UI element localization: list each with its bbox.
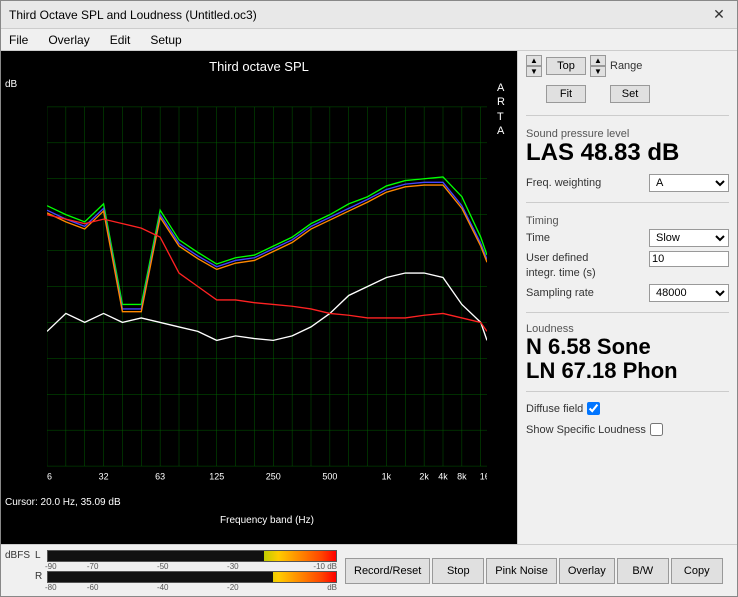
menu-setup[interactable]: Setup xyxy=(146,33,185,47)
diffuse-field-checkbox[interactable] xyxy=(587,402,600,415)
menu-overlay[interactable]: Overlay xyxy=(44,33,93,47)
chart-svg: 50.0 45 40 35 30 25 20 15 10 5.0 16 xyxy=(47,77,487,496)
scale-bot-0: -80 xyxy=(45,583,57,592)
timing-header: Timing xyxy=(526,215,729,227)
db-label: dB xyxy=(5,79,17,90)
meter-L-fill xyxy=(48,551,264,561)
svg-text:8k: 8k xyxy=(457,472,467,482)
main-window: Third Octave SPL and Loudness (Untitled.… xyxy=(0,0,738,597)
diffuse-field-row: Diffuse field xyxy=(526,402,729,415)
scale-bot-2: -40 xyxy=(129,583,197,592)
range-label: Range xyxy=(610,60,642,72)
close-button[interactable]: ✕ xyxy=(709,5,729,25)
bw-button[interactable]: B/W xyxy=(617,558,669,584)
meter-R-fill xyxy=(48,572,273,582)
svg-text:1k: 1k xyxy=(382,472,392,482)
scale-bot-4: dB xyxy=(269,583,337,592)
svg-text:16k: 16k xyxy=(480,472,487,482)
sampling-label: Sampling rate xyxy=(526,287,594,299)
top-up-btn[interactable]: ▲ xyxy=(526,55,542,66)
x-axis-title: Frequency band (Hz) xyxy=(47,515,487,526)
sampling-select[interactable]: 44100 48000 96000 xyxy=(649,284,729,302)
meter-scale-top: -90 -70 -50 -30 -10 dB xyxy=(45,562,337,571)
show-specific-row: Show Specific Loudness xyxy=(526,423,729,436)
cursor-info: Cursor: 20.0 Hz, 35.09 dB xyxy=(5,497,121,508)
top-controls: ▲ ▼ Top ▲ ▼ Range xyxy=(526,55,729,77)
menu-bar: File Overlay Edit Setup xyxy=(1,29,737,51)
scale-top-0: -90 xyxy=(45,562,57,571)
bottom-bar: dBFS L -90 -70 -50 -30 -10 dB R xyxy=(1,544,737,596)
main-content: Third octave SPL ARTA dB xyxy=(1,51,737,544)
spl-section: Sound pressure level LAS 48.83 dB xyxy=(526,124,729,166)
top-button[interactable]: Top xyxy=(546,57,586,75)
n-value: N 6.58 Sone xyxy=(526,335,729,359)
ln-value: LN 67.18 Phon xyxy=(526,359,729,383)
right-panel: ▲ ▼ Top ▲ ▼ Range Fit Set Sound pressure xyxy=(517,51,737,544)
pink-noise-button[interactable]: Pink Noise xyxy=(486,558,557,584)
fit-button[interactable]: Fit xyxy=(546,85,586,103)
window-title: Third Octave SPL and Loudness (Untitled.… xyxy=(9,8,257,22)
scale-top-4: -10 dB xyxy=(269,562,337,571)
meter-L-bar xyxy=(47,550,337,562)
menu-file[interactable]: File xyxy=(5,33,32,47)
stop-button[interactable]: Stop xyxy=(432,558,484,584)
dbfs-label: dBFS xyxy=(5,550,33,561)
meter-row-L: dBFS L xyxy=(5,550,337,562)
chart-area: Third octave SPL ARTA dB xyxy=(1,51,517,544)
fit-set-controls: Fit Set xyxy=(526,85,729,103)
bottom-buttons: Record/Reset Stop Pink Noise Overlay B/W… xyxy=(341,554,727,588)
time-select[interactable]: Slow Fast Impulse xyxy=(649,229,729,247)
menu-edit[interactable]: Edit xyxy=(106,33,135,47)
freq-weighting-row: Freq. weighting A B C Z xyxy=(526,174,729,192)
record-reset-button[interactable]: Record/Reset xyxy=(345,558,430,584)
set-button[interactable]: Set xyxy=(610,85,650,103)
diffuse-field-label: Diffuse field xyxy=(526,403,583,415)
top-down-btn[interactable]: ▼ xyxy=(526,66,542,77)
scale-bot-3: -20 xyxy=(199,583,267,592)
spl-value: LAS 48.83 dB xyxy=(526,140,729,166)
user-integr-input[interactable] xyxy=(649,251,729,267)
range-up-btn[interactable]: ▲ xyxy=(590,55,606,66)
chart-title: Third octave SPL xyxy=(1,55,517,76)
arta-label: ARTA xyxy=(497,81,505,138)
svg-text:500: 500 xyxy=(322,472,337,482)
svg-text:250: 250 xyxy=(266,472,281,482)
timing-section: Timing Time Slow Fast Impulse User defin… xyxy=(526,211,729,304)
svg-text:4k: 4k xyxy=(438,472,448,482)
sampling-row: Sampling rate 44100 48000 96000 xyxy=(526,284,729,302)
range-spinners: ▲ ▼ xyxy=(590,55,606,77)
db-meters: dBFS L -90 -70 -50 -30 -10 dB R xyxy=(1,548,341,594)
svg-text:16: 16 xyxy=(47,472,52,482)
svg-text:32: 32 xyxy=(99,472,109,482)
overlay-button[interactable]: Overlay xyxy=(559,558,615,584)
svg-text:2k: 2k xyxy=(419,472,429,482)
user-integr-row: User definedintegr. time (s) xyxy=(526,251,729,280)
meter-row-R: R xyxy=(5,571,337,583)
scale-top-2: -50 xyxy=(129,562,197,571)
meter-R-label: R xyxy=(35,571,45,582)
scale-top-3: -30 xyxy=(199,562,267,571)
show-specific-label: Show Specific Loudness xyxy=(526,424,646,436)
svg-text:125: 125 xyxy=(209,472,224,482)
top-spinners: ▲ ▼ xyxy=(526,55,542,77)
svg-text:63: 63 xyxy=(155,472,165,482)
show-specific-checkbox[interactable] xyxy=(650,423,663,436)
freq-weighting-label: Freq. weighting xyxy=(526,177,601,189)
range-down-btn[interactable]: ▼ xyxy=(590,66,606,77)
meter-scale-bottom: -80 -60 -40 -20 dB xyxy=(45,583,337,592)
meter-L-label: L xyxy=(35,550,45,561)
time-row: Time Slow Fast Impulse xyxy=(526,229,729,247)
freq-weighting-select[interactable]: A B C Z xyxy=(649,174,729,192)
scale-bot-1: -60 xyxy=(59,583,127,592)
time-label: Time xyxy=(526,232,550,244)
scale-top-1: -70 xyxy=(59,562,127,571)
loudness-section: Loudness N 6.58 Sone LN 67.18 Phon xyxy=(526,323,729,383)
title-bar: Third Octave SPL and Loudness (Untitled.… xyxy=(1,1,737,29)
user-integr-label: User definedintegr. time (s) xyxy=(526,251,596,280)
meter-R-bar xyxy=(47,571,337,583)
copy-button[interactable]: Copy xyxy=(671,558,723,584)
